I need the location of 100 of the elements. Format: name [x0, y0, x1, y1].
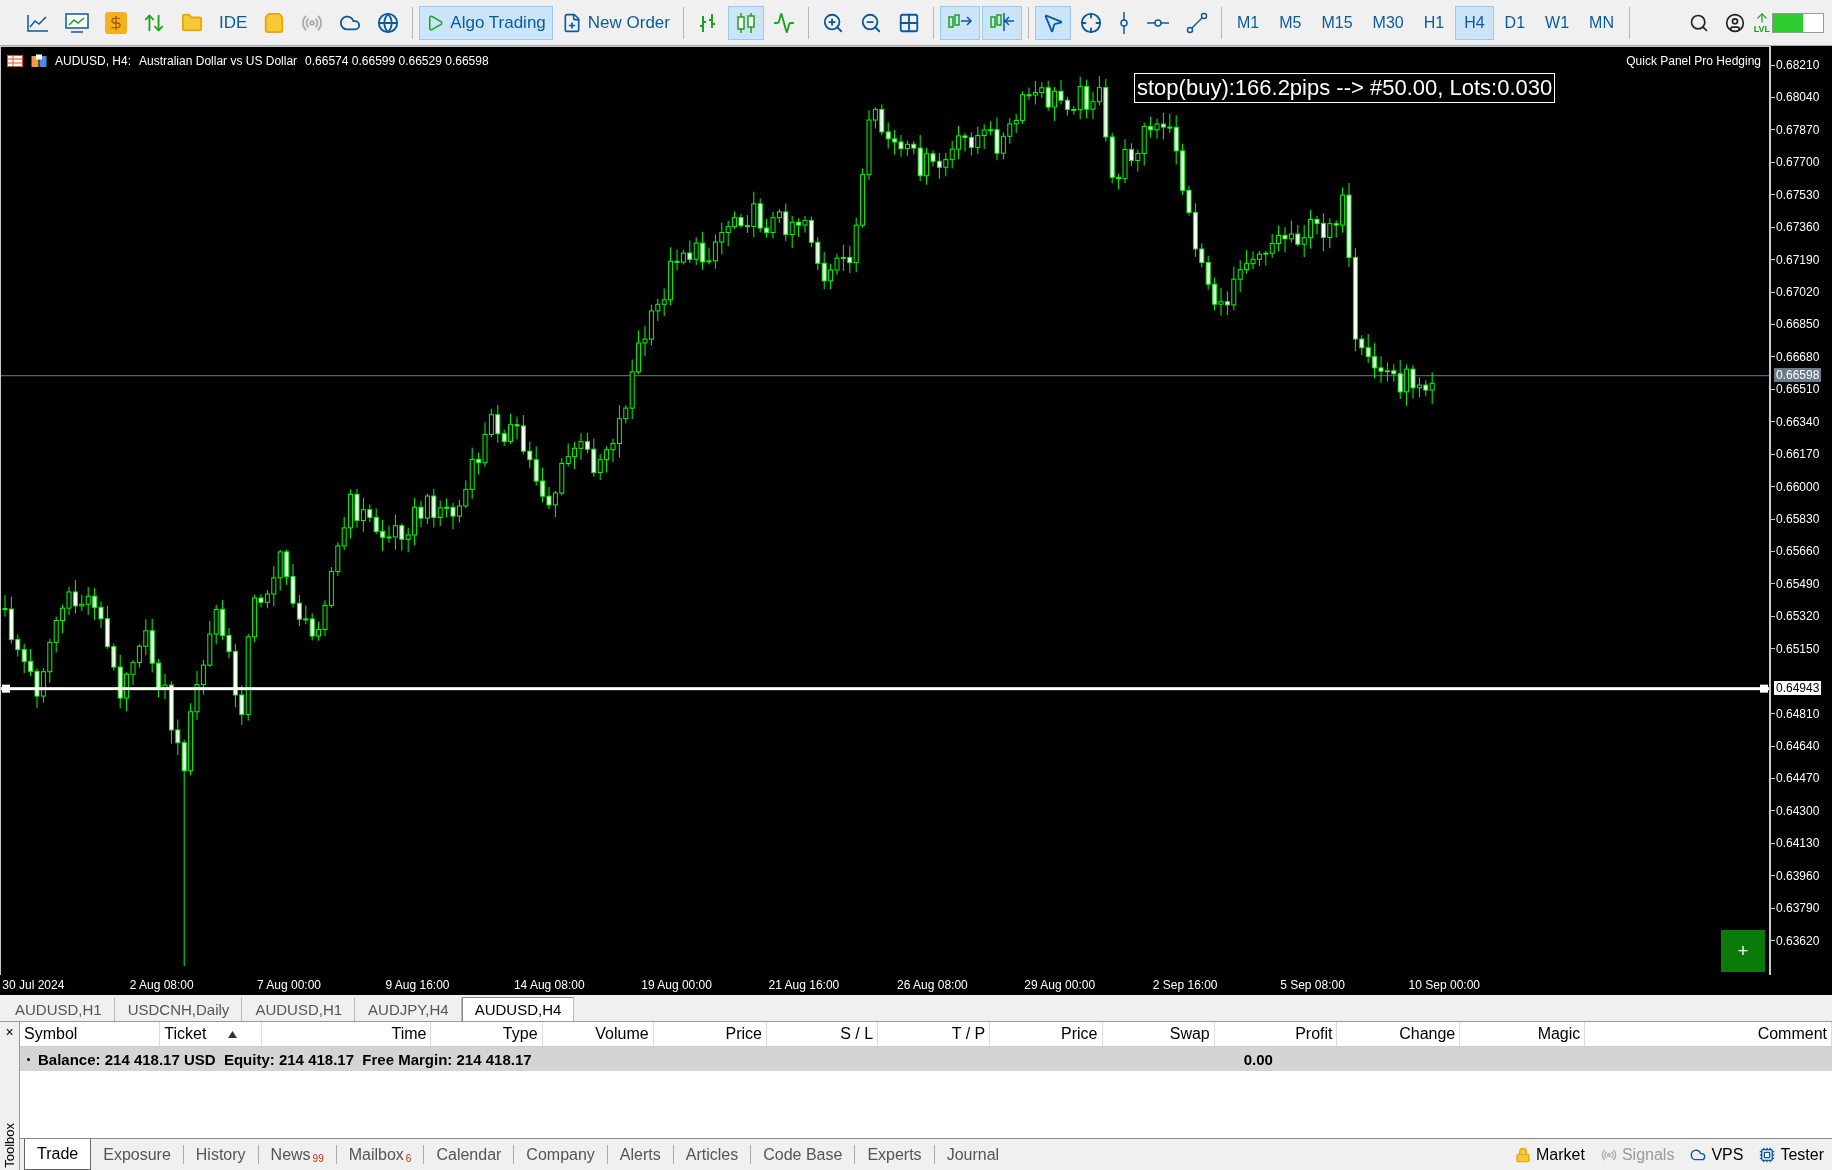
line-chart-icon[interactable] — [27, 13, 49, 32]
horizontal-line[interactable] — [1, 684, 1769, 693]
panel-tab[interactable]: Journal — [934, 1139, 1012, 1170]
profit-total: 0.00 — [1242, 1050, 1274, 1068]
price-tick: 0.65830 — [1771, 512, 1820, 526]
toolbar-button[interactable] — [1035, 5, 1071, 40]
panel-tab[interactable]: Articles — [673, 1139, 751, 1170]
column-header[interactable]: Profit — [1214, 1022, 1338, 1046]
panel-tab[interactable]: Code Base — [751, 1139, 855, 1170]
column-header[interactable]: Price — [653, 1022, 767, 1046]
table-icon[interactable] — [7, 55, 23, 67]
panel-tab[interactable]: Calendar — [424, 1139, 514, 1170]
chart-tab[interactable]: USDCNH,Daily — [114, 997, 243, 1021]
chart-tab[interactable]: AUDUSD,H1 — [242, 997, 356, 1021]
time-tick: 30 Jul 2024 — [2, 978, 65, 992]
price-tick: 0.68040 — [1771, 90, 1820, 105]
column-header[interactable]: Magic — [1460, 1022, 1586, 1046]
timeframe-button[interactable]: M1 — [1228, 5, 1269, 40]
ohlc-values: 0.66574 0.66599 0.66529 0.66598 — [305, 54, 489, 68]
column-header[interactable]: Time — [262, 1022, 432, 1046]
status-button[interactable]: Tester — [1751, 1139, 1832, 1170]
panel-tab[interactable]: History — [183, 1139, 258, 1170]
time-tick: 29 Aug 00:00 — [1024, 978, 1096, 992]
timeframe-button[interactable]: M15 — [1312, 5, 1362, 40]
price-tick: 0.67870 — [1771, 122, 1820, 137]
chart-tab[interactable]: AUDJPY,H4 — [355, 997, 462, 1021]
price-tick: 0.64130 — [1771, 836, 1820, 851]
price-tick: 0.67360 — [1771, 220, 1820, 235]
column-header[interactable]: Ticket — [160, 1022, 262, 1046]
price-tick: 0.67700 — [1771, 155, 1820, 170]
line-graph-icon[interactable] — [773, 11, 795, 34]
column-header[interactable]: T / P — [878, 1022, 991, 1046]
time-tick: 7 Aug 00:00 — [256, 978, 321, 992]
chart-symbol: AUDUSD, H4: — [55, 54, 131, 68]
new-order-button[interactable]: New Order — [554, 5, 677, 40]
column-header[interactable]: Swap — [1102, 1022, 1215, 1046]
globe-icon[interactable] — [377, 11, 400, 34]
price-tick: 0.66680 — [1771, 349, 1820, 364]
price-tick: 0.66510 — [1771, 382, 1820, 397]
vertical-line-icon[interactable] — [1118, 10, 1130, 35]
trend-line-icon[interactable] — [1186, 11, 1208, 34]
dollar-icon[interactable] — [105, 11, 127, 34]
price-tick: 0.67020 — [1771, 285, 1820, 299]
close-button[interactable]: × — [5, 1024, 14, 1040]
column-header[interactable]: Volume — [542, 1022, 654, 1046]
order-label: stop(buy):166.2pips --> #50.00, Lots:0.030 — [1134, 73, 1556, 103]
timeframe-button[interactable]: H4 — [1455, 5, 1494, 40]
column-header[interactable]: Price — [990, 1022, 1103, 1046]
panel-label: Quick Panel Pro Hedging — [1626, 54, 1761, 68]
price-tick: 0.66850 — [1771, 317, 1820, 332]
chart-window-icon[interactable] — [31, 54, 47, 68]
ide-button[interactable]: IDE — [212, 5, 255, 40]
price-tick: 0.64810 — [1771, 706, 1820, 721]
zoom-out-icon[interactable] — [860, 11, 882, 34]
chart-tab[interactable]: AUDUSD,H1 — [2, 997, 115, 1021]
line-price-tag: 0.64943 — [1774, 680, 1822, 695]
chart-tab[interactable]: AUDUSD,H4 — [461, 997, 575, 1021]
panel-tab[interactable]: Alerts — [607, 1139, 673, 1170]
column-header[interactable]: Comment — [1585, 1022, 1832, 1046]
search-icon[interactable] — [1688, 12, 1709, 33]
timeframe-button[interactable]: D1 — [1495, 5, 1535, 40]
status-button[interactable]: VPS — [1682, 1139, 1752, 1170]
horizontal-line-icon[interactable] — [1146, 16, 1170, 29]
algo-trading-button[interactable]: Algo Trading — [419, 5, 553, 40]
price-tick: 0.65490 — [1771, 576, 1820, 591]
chip-icon — [1759, 1146, 1776, 1163]
price-tick: 0.65150 — [1771, 641, 1820, 656]
time-tick: 19 Aug 00:00 — [641, 978, 712, 992]
timeframe-button[interactable]: H1 — [1414, 5, 1454, 40]
meter-icon — [1772, 12, 1824, 33]
price-tick: 0.64640 — [1771, 739, 1820, 753]
panel-tab[interactable]: Exposure — [91, 1139, 183, 1170]
panel-tab[interactable]: Company — [514, 1139, 607, 1170]
status-button[interactable]: Market — [1507, 1139, 1593, 1170]
column-header[interactable]: Type — [431, 1022, 543, 1046]
timeframe-button[interactable]: MN — [1580, 5, 1623, 40]
column-header[interactable]: Symbol — [20, 1022, 161, 1046]
column-header[interactable]: S / L — [767, 1022, 879, 1046]
price-tick: 0.64300 — [1771, 803, 1820, 818]
zoom-in-icon[interactable] — [822, 11, 844, 34]
time-tick: 14 Aug 08:00 — [513, 978, 585, 992]
price-tick: 0.65660 — [1771, 544, 1820, 559]
timeframe-button[interactable]: W1 — [1536, 5, 1579, 40]
user-icon[interactable] — [1724, 12, 1745, 33]
add-button[interactable]: + — [1721, 930, 1765, 972]
price-tick: 0.67530 — [1771, 187, 1820, 202]
time-tick: 5 Sep 08:00 — [1280, 978, 1345, 992]
time-tick: 9 Aug 16:00 — [385, 978, 450, 992]
price-tick: 0.68210 — [1771, 58, 1820, 72]
monitor-chart-icon[interactable] — [65, 12, 89, 33]
panel-tab[interactable]: Trade — [24, 1139, 92, 1170]
sort-icon — [228, 1030, 238, 1038]
timeframe-button[interactable]: M5 — [1270, 5, 1311, 40]
column-header[interactable]: Change — [1337, 1022, 1461, 1046]
timeframe-button[interactable]: M30 — [1363, 5, 1413, 40]
grid-icon[interactable] — [898, 11, 920, 34]
candlestick-icon — [735, 11, 757, 34]
panel-tab[interactable]: Experts — [855, 1139, 934, 1170]
symbol-description: Australian Dollar vs US Dollar — [139, 54, 298, 68]
crosshair-icon[interactable] — [1080, 11, 1102, 34]
